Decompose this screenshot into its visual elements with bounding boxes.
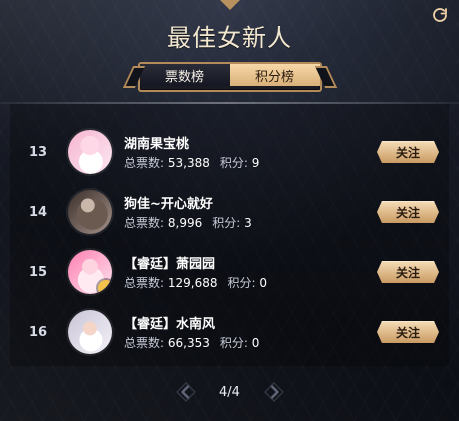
user-info: 湖南果宝桃 总票数: 53,388 积分: 9 bbox=[124, 133, 377, 171]
ranking-list: 13 湖南果宝桃 总票数: 53,388 积分: 9 关注 14 狗佳~开心就好… bbox=[10, 104, 449, 366]
user-stats: 总票数: 129,688 积分: 0 bbox=[124, 274, 377, 291]
points-label: 积分: bbox=[212, 216, 241, 230]
rank-number: 15 bbox=[28, 264, 48, 280]
avatar[interactable] bbox=[68, 190, 112, 234]
points-value: 0 bbox=[251, 336, 260, 350]
avatar[interactable] bbox=[68, 310, 112, 354]
leaderboard-tabs: 票数榜 积分榜 bbox=[137, 62, 322, 92]
rank-number: 16 bbox=[28, 324, 48, 340]
points-value: 0 bbox=[259, 276, 268, 290]
follow-button[interactable]: 关注 bbox=[377, 321, 439, 343]
top-notch bbox=[219, 0, 241, 10]
tab-points[interactable]: 积分榜 bbox=[229, 64, 320, 86]
votes-value: 66,353 bbox=[167, 336, 210, 350]
user-stats: 总票数: 66,353 积分: 0 bbox=[124, 334, 377, 351]
list-item: 16 【睿廷】水南风 总票数: 66,353 积分: 0 关注 bbox=[10, 302, 449, 362]
user-name[interactable]: 【睿廷】水南风 bbox=[124, 313, 377, 332]
user-info: 狗佳~开心就好 总票数: 8,996 积分: 3 bbox=[124, 193, 377, 231]
votes-value: 129,688 bbox=[167, 276, 218, 290]
next-page-button[interactable] bbox=[262, 380, 286, 404]
list-item: 15 【睿廷】萧园园 总票数: 129,688 积分: 0 关注 bbox=[10, 242, 449, 302]
points-value: 9 bbox=[251, 156, 260, 170]
votes-label: 总票数: bbox=[124, 336, 165, 350]
avatar[interactable] bbox=[68, 130, 112, 174]
tab-group: 票数榜 积分榜 bbox=[137, 62, 322, 92]
avatar[interactable] bbox=[68, 250, 112, 294]
user-info: 【睿廷】萧园园 总票数: 129,688 积分: 0 bbox=[124, 253, 377, 291]
user-name[interactable]: 湖南果宝桃 bbox=[124, 133, 377, 152]
points-label: 积分: bbox=[219, 156, 248, 170]
user-stats: 总票数: 8,996 积分: 3 bbox=[124, 214, 377, 231]
user-name[interactable]: 狗佳~开心就好 bbox=[124, 193, 377, 212]
user-name[interactable]: 【睿廷】萧园园 bbox=[124, 253, 377, 272]
user-info: 【睿廷】水南风 总票数: 66,353 积分: 0 bbox=[124, 313, 377, 351]
page-title: 最佳女新人 bbox=[167, 24, 292, 52]
user-stats: 总票数: 53,388 积分: 9 bbox=[124, 154, 377, 171]
tab-votes[interactable]: 票数榜 bbox=[139, 64, 230, 86]
rank-number: 14 bbox=[28, 204, 48, 220]
votes-value: 53,388 bbox=[167, 156, 210, 170]
badge-icon bbox=[98, 280, 112, 294]
votes-value: 8,996 bbox=[167, 216, 203, 230]
points-value: 3 bbox=[244, 216, 252, 230]
follow-button[interactable]: 关注 bbox=[377, 261, 439, 283]
points-label: 积分: bbox=[219, 336, 248, 350]
chevron-left-icon bbox=[175, 382, 196, 402]
rank-number: 13 bbox=[28, 144, 48, 160]
list-item: 13 湖南果宝桃 总票数: 53,388 积分: 9 关注 bbox=[10, 122, 449, 182]
follow-button[interactable]: 关注 bbox=[377, 201, 439, 223]
votes-label: 总票数: bbox=[124, 216, 165, 230]
list-item: 14 狗佳~开心就好 总票数: 8,996 积分: 3 关注 bbox=[10, 182, 449, 242]
votes-label: 总票数: bbox=[124, 156, 165, 170]
page-indicator: 4/4 bbox=[219, 384, 240, 400]
votes-label: 总票数: bbox=[124, 276, 165, 290]
chevron-right-icon bbox=[263, 382, 284, 402]
points-label: 积分: bbox=[227, 276, 256, 290]
pagination: 4/4 bbox=[174, 380, 286, 404]
follow-button[interactable]: 关注 bbox=[377, 141, 439, 163]
prev-page-button[interactable] bbox=[174, 380, 198, 404]
